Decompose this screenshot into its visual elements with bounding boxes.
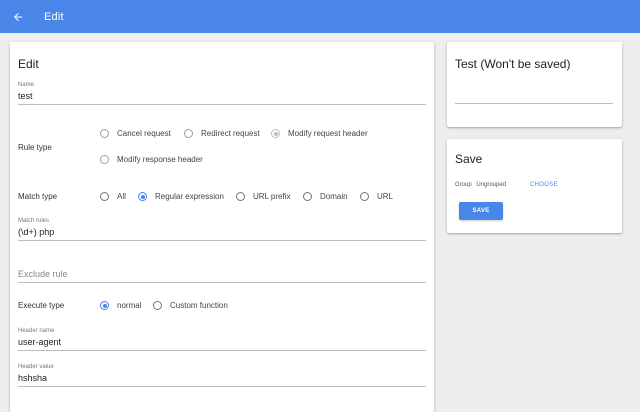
exclude-rule-label-spacer <box>18 260 426 268</box>
execute-type-custom-function[interactable]: Custom function <box>153 301 228 310</box>
match-type-url[interactable]: URL <box>360 192 393 201</box>
radio-unchecked-icon[interactable] <box>303 192 312 201</box>
header-name-input[interactable]: user-agent <box>18 336 426 348</box>
match-rules-label: Match rules <box>18 218 50 224</box>
divider <box>18 240 426 241</box>
option-label: Custom function <box>170 301 228 310</box>
save-card-title: Save <box>455 152 483 166</box>
header-value-label: Header value <box>18 364 54 370</box>
match-rules-input[interactable]: (\d+) php <box>18 226 426 238</box>
group-row: Group Ungrouped <box>455 182 506 188</box>
option-label: Regular expression <box>155 192 224 201</box>
radio-unchecked-icon[interactable] <box>153 301 162 310</box>
rule-type-modify-request-header[interactable]: Modify request header <box>271 129 368 138</box>
save-card: Save Group Ungrouped CHOOSE SAVE <box>447 139 622 233</box>
option-label: Modify request header <box>288 129 368 138</box>
rule-type-redirect-request[interactable]: Redirect request <box>184 129 260 138</box>
choose-group-button[interactable]: CHOOSE <box>530 182 558 188</box>
radio-unchecked-icon[interactable] <box>236 192 245 201</box>
radio-unchecked-icon[interactable] <box>360 192 369 201</box>
exclude-rule-field[interactable]: Exclude rule <box>18 260 426 283</box>
match-rules-field[interactable]: Match rules (\d+) php <box>18 218 426 241</box>
arrow-back-icon <box>14 12 22 21</box>
match-type-all[interactable]: All <box>100 192 126 201</box>
radio-checked-icon[interactable] <box>100 301 109 310</box>
name-field[interactable]: Name test <box>18 82 426 105</box>
radio-unchecked-icon[interactable] <box>184 129 193 138</box>
group-value: Ungrouped <box>476 182 507 188</box>
execute-type-label: Execute type <box>18 301 65 310</box>
header-value-input[interactable]: hshsha <box>18 372 426 384</box>
header-name-field[interactable]: Header name user-agent <box>18 328 426 351</box>
rule-type-cancel-request[interactable]: Cancel request <box>100 129 171 138</box>
header-value-field[interactable]: Header value hshsha <box>18 364 426 387</box>
option-label: Redirect request <box>201 129 260 138</box>
option-label: URL <box>377 192 394 201</box>
option-label: Cancel request <box>117 129 171 138</box>
divider <box>18 350 426 351</box>
divider <box>18 104 426 105</box>
match-type-label: Match type <box>18 192 58 201</box>
divider <box>18 386 426 387</box>
option-label: All <box>117 192 126 201</box>
radio-checked-icon[interactable] <box>271 129 280 138</box>
radio-unchecked-icon[interactable] <box>100 192 109 201</box>
name-input[interactable]: test <box>18 90 426 102</box>
radio-unchecked-icon[interactable] <box>100 155 109 164</box>
save-button[interactable]: SAVE <box>459 202 503 220</box>
option-label: Domain <box>320 192 348 201</box>
option-label: normal <box>117 301 142 310</box>
match-type-url-prefix[interactable]: URL prefix <box>236 192 291 201</box>
page-title: Edit <box>44 10 64 23</box>
edit-card: Edit Name test Rule type Cancel request … <box>10 42 434 412</box>
rule-type-label: Rule type <box>18 143 52 152</box>
exclude-rule-input[interactable]: Exclude rule <box>18 268 426 280</box>
option-label: URL prefix <box>253 192 291 201</box>
rule-type-modify-response-header[interactable]: Modify response header <box>100 155 203 164</box>
header-name-label: Header name <box>18 328 55 334</box>
radio-unchecked-icon[interactable] <box>100 129 109 138</box>
name-label: Name <box>18 82 35 88</box>
radio-checked-icon[interactable] <box>138 192 147 201</box>
test-card: Test (Won't be saved) <box>447 42 622 127</box>
option-label: Modify response header <box>117 155 203 164</box>
execute-type-normal[interactable]: normal <box>100 301 141 310</box>
edit-card-title: Edit <box>18 57 39 71</box>
match-type-domain[interactable]: Domain <box>303 192 348 201</box>
group-label: Group <box>455 182 472 188</box>
test-input[interactable] <box>455 103 613 104</box>
test-card-title: Test (Won't be saved) <box>455 57 571 71</box>
divider <box>18 282 426 283</box>
match-type-regular-expression[interactable]: Regular expression <box>138 192 224 201</box>
app-bar: Edit <box>0 0 640 33</box>
back-button[interactable] <box>2 0 34 33</box>
